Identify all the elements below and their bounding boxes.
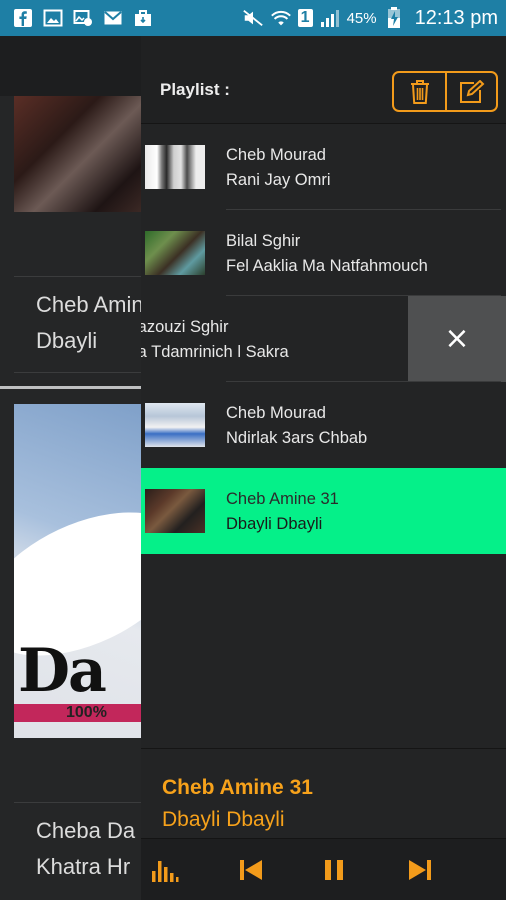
playlist-header: Playlist : (141, 36, 506, 124)
background-thumbnail (14, 96, 141, 212)
background-list: Cheb Amine Dbayli Da 100% Cheba Da Khatr… (0, 96, 141, 900)
mail-icon (102, 8, 124, 28)
track-title: la Tdamrinich l Sakra (141, 343, 289, 361)
now-playing-song: Dbayli Dbayli (162, 808, 285, 831)
mute-icon (242, 8, 264, 28)
playlist-actions (392, 71, 498, 112)
signal-icon (319, 8, 341, 28)
pause-icon (325, 860, 343, 880)
pause-button[interactable] (319, 855, 349, 885)
next-button[interactable] (405, 855, 435, 885)
sim-indicator: 1 (297, 9, 313, 27)
now-playing-panel[interactable]: Cheb Amine 31 Dbayli Dbayli (141, 748, 506, 838)
delete-playlist-button[interactable] (394, 73, 445, 110)
remove-track-button[interactable]: × (408, 296, 506, 382)
playlist-item[interactable]: Cheb Amine 31 Dbayli Dbayli (141, 468, 506, 554)
album-art-text: Da (18, 636, 107, 706)
close-icon: × (444, 321, 470, 356)
playlist-item[interactable]: Cheb Mourad Rani Jay Omri (141, 124, 506, 210)
app-root: 1 45% 12:13 pm Cheb Amine Dbayli Da 100%… (0, 0, 506, 900)
gallery-icon (42, 8, 64, 28)
track-thumbnail (145, 145, 205, 189)
status-bar: 1 45% 12:13 pm (0, 0, 506, 36)
battery-charging-icon (383, 7, 405, 28)
background-card-artist: Cheb Amine (36, 292, 141, 317)
track-title: Dbayli Dbayli (226, 515, 323, 533)
track-artist: Cheb Mourad (226, 404, 326, 422)
track-thumbnail (145, 231, 205, 275)
battery-percent: 45% (346, 9, 377, 27)
edit-icon (459, 79, 484, 103)
divider (14, 802, 141, 803)
wifi-icon (270, 8, 292, 28)
background-album-art: Da 100% (14, 404, 141, 738)
album-art-percent: 100% (66, 704, 107, 721)
equalizer-button[interactable] (150, 855, 180, 885)
track-title: Fel Aaklia Ma Natfahmouch (226, 257, 428, 275)
track-title: Ndirlak 3ars Chbab (226, 429, 368, 447)
player-controls (141, 838, 506, 900)
track-artist: Cheb Amine 31 (226, 490, 339, 508)
skip-previous-icon (240, 860, 262, 880)
background-card-song: Khatra Hr (36, 854, 131, 879)
trash-icon (410, 79, 429, 104)
track-artist: lazouzi Sghir (141, 318, 229, 336)
track-artist: Cheb Mourad (226, 146, 326, 164)
track-title: Rani Jay Omri (226, 171, 331, 189)
equalizer-icon (152, 861, 179, 882)
now-playing-artist: Cheb Amine 31 (162, 776, 313, 799)
track-thumbnail (145, 489, 205, 533)
edit-playlist-button[interactable] (445, 73, 496, 110)
playlist-title: Playlist : (160, 80, 230, 99)
playlist-item[interactable]: Bilal Sghir Fel Aaklia Ma Natfahmouch (141, 210, 506, 296)
playlist-item[interactable]: Cheb Mourad Ndirlak 3ars Chbab (141, 382, 506, 468)
divider (14, 276, 141, 277)
playlist-item[interactable]: lazouzi Sghir la Tdamrinich l Sakra × (141, 296, 506, 382)
skip-next-icon (409, 860, 431, 880)
track-artist: Bilal Sghir (226, 232, 301, 250)
facebook-icon (12, 8, 34, 28)
playlist-drawer: Playlist : Cheb Mourad Rani Jay Omri Bilal… (141, 36, 506, 900)
previous-button[interactable] (236, 855, 266, 885)
bag-icon (132, 8, 154, 28)
track-thumbnail (145, 403, 205, 447)
section-divider (0, 386, 141, 389)
background-card-artist: Cheba Da (36, 818, 136, 843)
clock: 12:13 pm (414, 6, 498, 29)
background-card-song: Dbayli (36, 328, 98, 353)
image-icon (72, 8, 94, 28)
divider (14, 372, 141, 373)
